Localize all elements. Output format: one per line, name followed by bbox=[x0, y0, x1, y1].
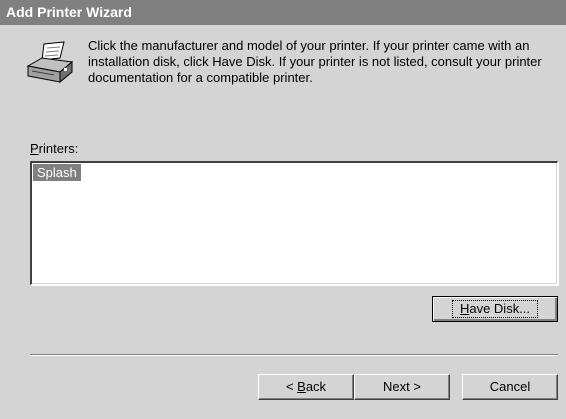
add-printer-wizard-window: Add Printer Wizard Click the manufacture… bbox=[0, 0, 566, 419]
have-disk-button[interactable]: Have Disk... bbox=[432, 296, 558, 322]
printers-label: Printers: bbox=[30, 141, 78, 156]
printers-label-mnemonic: P bbox=[30, 141, 39, 156]
back-label-rest: ack bbox=[305, 379, 327, 394]
cancel-button[interactable]: Cancel bbox=[462, 374, 558, 400]
button-separator bbox=[30, 354, 558, 356]
back-mnemonic: B bbox=[297, 379, 306, 394]
have-disk-mnemonic: H bbox=[459, 301, 470, 316]
printers-label-rest: rinters: bbox=[38, 141, 79, 156]
window-title: Add Printer Wizard bbox=[6, 4, 132, 20]
window-titlebar[interactable]: Add Printer Wizard bbox=[0, 0, 566, 25]
printers-listbox[interactable]: Splash bbox=[30, 161, 558, 285]
printer-icon bbox=[26, 41, 74, 84]
back-prefix: < bbox=[285, 379, 298, 394]
next-button[interactable]: Next > bbox=[354, 374, 450, 400]
have-disk-label-rest: ave Disk... bbox=[469, 301, 531, 316]
printer-list-item-splash[interactable]: Splash bbox=[33, 164, 81, 181]
instructions-text: Click the manufacturer and model of your… bbox=[88, 38, 542, 85]
have-disk-focus-rect: Have Disk... bbox=[451, 300, 539, 318]
back-button[interactable]: < Back bbox=[258, 374, 354, 400]
